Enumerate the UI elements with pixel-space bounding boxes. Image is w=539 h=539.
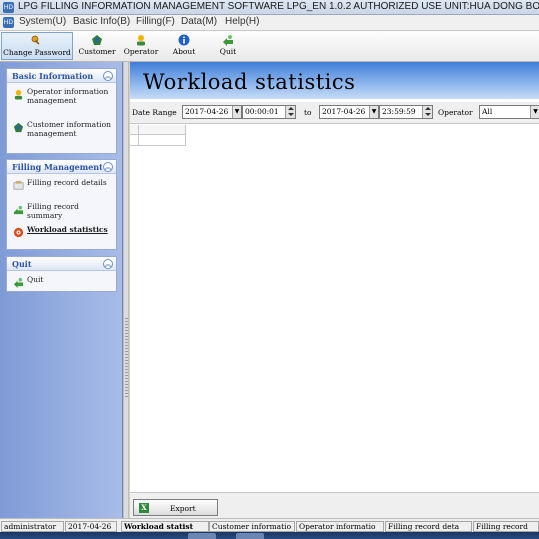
operator-value: All <box>482 107 493 116</box>
to-label: to <box>304 108 312 117</box>
sidebar-item-quit[interactable]: Quit <box>7 275 116 288</box>
basic-info-panel: Basic Information ︽ Operator information… <box>6 68 117 154</box>
status-tab-filling-record[interactable]: Filling record <box>473 521 539 532</box>
sidebar-item-filling-summary[interactable]: Filling record summary <box>7 202 116 222</box>
app-menu-icon[interactable]: HD <box>3 17 14 28</box>
about-label: About <box>172 47 196 56</box>
title-bar: HD LPG FILLING INFORMATION MANAGEMENT SO… <box>0 0 539 15</box>
operator-label: Operator <box>123 47 159 56</box>
from-date-picker[interactable]: 2017-04-26 ▼ <box>182 105 242 119</box>
date-range-label: Date Range <box>132 108 177 117</box>
menu-data[interactable]: Data(M) <box>181 16 217 27</box>
to-time-spinner[interactable]: 23:59:59 <box>379 105 433 119</box>
collapse-up-icon[interactable]: ︽ <box>103 259 113 269</box>
change-password-label: Change Password <box>3 48 71 57</box>
quit-button[interactable]: Quit <box>212 32 244 60</box>
quit-label: Quit <box>219 47 237 56</box>
status-tab-operator[interactable]: Operator informatio <box>296 521 384 532</box>
to-time-value: 23:59:59 <box>382 107 416 116</box>
taskbar-item[interactable] <box>188 533 216 539</box>
sidebar-item-label: Quit <box>27 275 44 284</box>
export-button[interactable]: X Export <box>133 499 218 516</box>
quit-header-label: Quit <box>12 259 32 269</box>
chevron-down-icon[interactable]: ▼ <box>232 106 241 118</box>
summary-icon <box>13 205 24 215</box>
sidebar-item-filling-details[interactable]: Filling record details <box>7 178 116 198</box>
info-icon <box>178 34 190 46</box>
workload-icon <box>13 227 24 238</box>
spinner-arrows-icon[interactable] <box>285 106 295 118</box>
collapse-up-icon[interactable]: ︽ <box>103 162 113 172</box>
sidebar-item-label: Filling record details <box>27 178 107 187</box>
basic-info-header[interactable]: Basic Information ︽ <box>7 69 116 83</box>
grid-header-row <box>130 125 186 135</box>
basic-info-header-label: Basic Information <box>12 71 94 81</box>
collapse-up-icon[interactable]: ︽ <box>103 71 113 81</box>
about-button[interactable]: About <box>168 32 200 60</box>
quit-icon <box>13 277 24 288</box>
sidebar: Basic Information ︽ Operator information… <box>0 62 123 518</box>
chevron-down-icon[interactable]: ▼ <box>369 106 378 118</box>
sidebar-item-operator-info[interactable]: Operator information management <box>7 87 116 115</box>
taskbar <box>0 532 539 539</box>
sidebar-item-label: Workload statistics <box>27 225 108 234</box>
operator-button[interactable]: Operator <box>121 32 161 60</box>
status-tab-workload[interactable]: Workload statist <box>121 521 209 532</box>
chevron-down-icon[interactable]: ▼ <box>530 106 539 118</box>
sidebar-item-workload[interactable]: Workload statistics <box>7 225 116 245</box>
status-tab-customer[interactable]: Customer informatio <box>209 521 295 532</box>
customer-button[interactable]: Customer <box>76 32 118 60</box>
menu-help[interactable]: Help(H) <box>225 16 259 27</box>
quit-panel: Quit ︽ Quit <box>6 256 117 292</box>
window-title: LPG FILLING INFORMATION MANAGEMENT SOFTW… <box>18 1 539 12</box>
operator-icon <box>137 35 145 46</box>
menu-system[interactable]: System(U) <box>19 16 66 27</box>
table-row[interactable] <box>130 135 186 146</box>
filter-bar: Date Range 2017-04-26 ▼ 00:00:01 to 2017… <box>130 102 539 124</box>
status-user: administrator <box>1 521 64 532</box>
operator-label: Operator <box>438 108 473 117</box>
status-tab-filling-details[interactable]: Filling record deta <box>385 521 472 532</box>
status-date: 2017-04-26 <box>65 521 117 532</box>
menu-basic-info[interactable]: Basic Info(B) <box>73 16 130 27</box>
change-password-button[interactable]: Change Password <box>1 32 73 60</box>
status-bar: administrator 2017-04-26 Workload statis… <box>0 518 539 532</box>
results-grid[interactable] <box>130 125 539 530</box>
main-panel: Workload statistics Date Range 2017-04-2… <box>130 62 539 530</box>
export-label: Export <box>170 504 196 513</box>
splitter-grip[interactable] <box>125 318 128 398</box>
bottom-bar: X Export <box>130 492 539 518</box>
operator-select[interactable]: All ▼ <box>479 105 539 119</box>
quit-header[interactable]: Quit ︽ <box>7 257 116 271</box>
to-date-value: 2017-04-26 <box>322 107 366 116</box>
sidebar-item-label: Filling record summary <box>27 202 79 220</box>
sidebar-item-label: Customer information management <box>27 120 111 138</box>
to-date-picker[interactable]: 2017-04-26 ▼ <box>319 105 379 119</box>
key-icon <box>31 35 40 45</box>
spinner-arrows-icon[interactable] <box>422 106 432 118</box>
app-icon: HD <box>3 2 14 13</box>
from-time-spinner[interactable]: 00:00:01 <box>242 105 296 119</box>
menu-bar: HD System(U) Basic Info(B) Filling(F) Da… <box>0 15 539 31</box>
sidebar-item-customer-info[interactable]: Customer information management <box>7 120 116 148</box>
filling-header[interactable]: Filling Management ︽ <box>7 160 116 174</box>
main-header: Workload statistics <box>130 62 539 99</box>
menu-filling[interactable]: Filling(F) <box>136 16 175 27</box>
document-icon <box>13 180 24 190</box>
from-time-value: 00:00:01 <box>245 107 279 116</box>
customer-icon <box>92 35 102 45</box>
page-title: Workload statistics <box>143 70 356 94</box>
from-date-value: 2017-04-26 <box>185 107 229 116</box>
customer-label: Customer <box>78 47 116 56</box>
toolbar: Change Password Customer Operator About … <box>0 31 539 62</box>
quit-icon <box>223 35 233 46</box>
sidebar-splitter[interactable] <box>123 62 129 518</box>
operator-icon <box>14 89 23 100</box>
sidebar-item-label: Operator information management <box>27 87 109 105</box>
filling-header-label: Filling Management <box>12 162 102 172</box>
filling-panel: Filling Management ︽ Filling record deta… <box>6 159 117 250</box>
excel-icon: X <box>139 503 149 513</box>
customer-icon <box>13 122 24 133</box>
taskbar-item[interactable] <box>236 533 264 539</box>
